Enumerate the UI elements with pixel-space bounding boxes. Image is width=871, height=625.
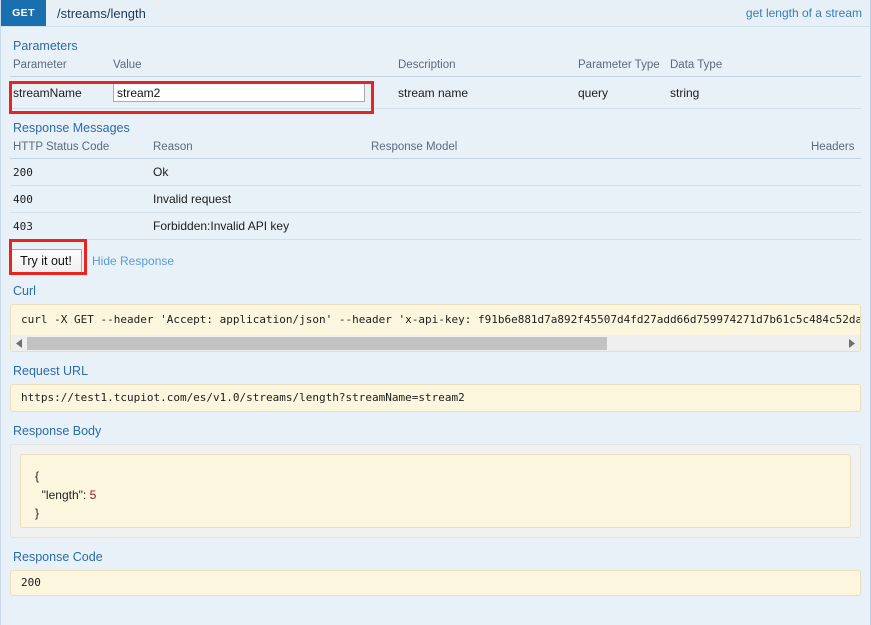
operation-header[interactable]: GET /streams/length get length of a stre… <box>1 0 870 27</box>
parameters-table: Parameter Value Description Parameter Ty… <box>10 59 861 109</box>
parameter-data-type: string <box>667 76 861 109</box>
column-header-parameter: Parameter <box>10 59 110 77</box>
table-row: 403 Forbidden:Invalid API key <box>10 212 861 240</box>
scrollbar-track[interactable] <box>27 336 844 350</box>
status-headers <box>808 212 861 240</box>
curl-block: curl -X GET --header 'Accept: applicatio… <box>10 304 861 352</box>
json-key: "length": <box>35 487 90 502</box>
response-body-container: { "length": 5 } <box>10 444 861 538</box>
status-model <box>368 158 808 186</box>
response-messages-title: Response Messages <box>13 121 130 135</box>
column-header-data-type: Data Type <box>667 59 861 77</box>
triangle-left-icon[interactable] <box>11 336 27 351</box>
column-header-description: Description <box>395 59 575 77</box>
response-body-content: { "length": 5 } <box>20 454 851 528</box>
hide-response-link[interactable]: Hide Response <box>92 254 174 268</box>
json-close-brace: } <box>35 506 40 521</box>
operation-path[interactable]: /streams/length <box>46 0 146 26</box>
column-header-response-model: Response Model <box>368 141 808 159</box>
parameter-name: streamName <box>10 76 110 109</box>
action-row: Try it out! Hide Response <box>10 248 861 274</box>
column-header-value: Value <box>110 59 395 77</box>
response-messages-header-row: HTTP Status Code Reason Response Model H… <box>10 141 861 159</box>
swagger-operation-panel: GET /streams/length get length of a stre… <box>0 0 871 625</box>
column-header-parameter-type: Parameter Type <box>575 59 667 77</box>
json-value: 5 <box>89 487 97 502</box>
status-model <box>368 212 808 240</box>
status-reason: Invalid request <box>150 185 368 213</box>
status-model <box>368 185 808 213</box>
status-code: 200 <box>10 158 150 186</box>
status-code: 400 <box>10 185 150 213</box>
triangle-right-icon[interactable] <box>844 336 860 351</box>
scrollbar-thumb[interactable] <box>27 336 608 350</box>
response-body-title: Response Body <box>13 424 102 438</box>
column-header-http-status-code: HTTP Status Code <box>10 141 150 159</box>
response-code-value: 200 <box>10 570 861 596</box>
request-url-value: https://test1.tcupiot.com/es/v1.0/stream… <box>10 384 861 412</box>
curl-horizontal-scrollbar[interactable] <box>10 335 861 352</box>
http-method-badge: GET <box>1 0 46 26</box>
operation-summary-link[interactable]: get length of a stream <box>746 0 870 26</box>
status-reason: Ok <box>150 158 368 186</box>
column-header-reason: Reason <box>150 141 368 159</box>
status-headers <box>808 185 861 213</box>
json-open-brace: { <box>35 469 40 483</box>
table-row: streamName stream name query string <box>10 76 861 109</box>
parameters-title: Parameters <box>13 39 78 53</box>
parameter-value-cell <box>110 76 395 109</box>
status-reason: Forbidden:Invalid API key <box>150 212 368 240</box>
table-row: 200 Ok <box>10 158 861 186</box>
table-row: 400 Invalid request <box>10 185 861 213</box>
response-messages-table: HTTP Status Code Reason Response Model H… <box>10 141 861 240</box>
try-it-out-button[interactable]: Try it out! <box>10 248 82 274</box>
status-code: 403 <box>10 212 150 240</box>
response-code-title: Response Code <box>13 550 103 564</box>
status-headers <box>808 158 861 186</box>
column-header-headers: Headers <box>808 141 861 159</box>
parameter-type: query <box>575 76 667 109</box>
operation-content: Parameters Parameter Value Description P… <box>1 39 870 625</box>
curl-command: curl -X GET --header 'Accept: applicatio… <box>10 304 861 335</box>
request-url-title: Request URL <box>13 364 89 378</box>
parameters-header-row: Parameter Value Description Parameter Ty… <box>10 59 861 77</box>
parameter-description: stream name <box>395 76 575 109</box>
curl-title: Curl <box>13 284 36 298</box>
stream-name-input[interactable] <box>113 83 365 102</box>
